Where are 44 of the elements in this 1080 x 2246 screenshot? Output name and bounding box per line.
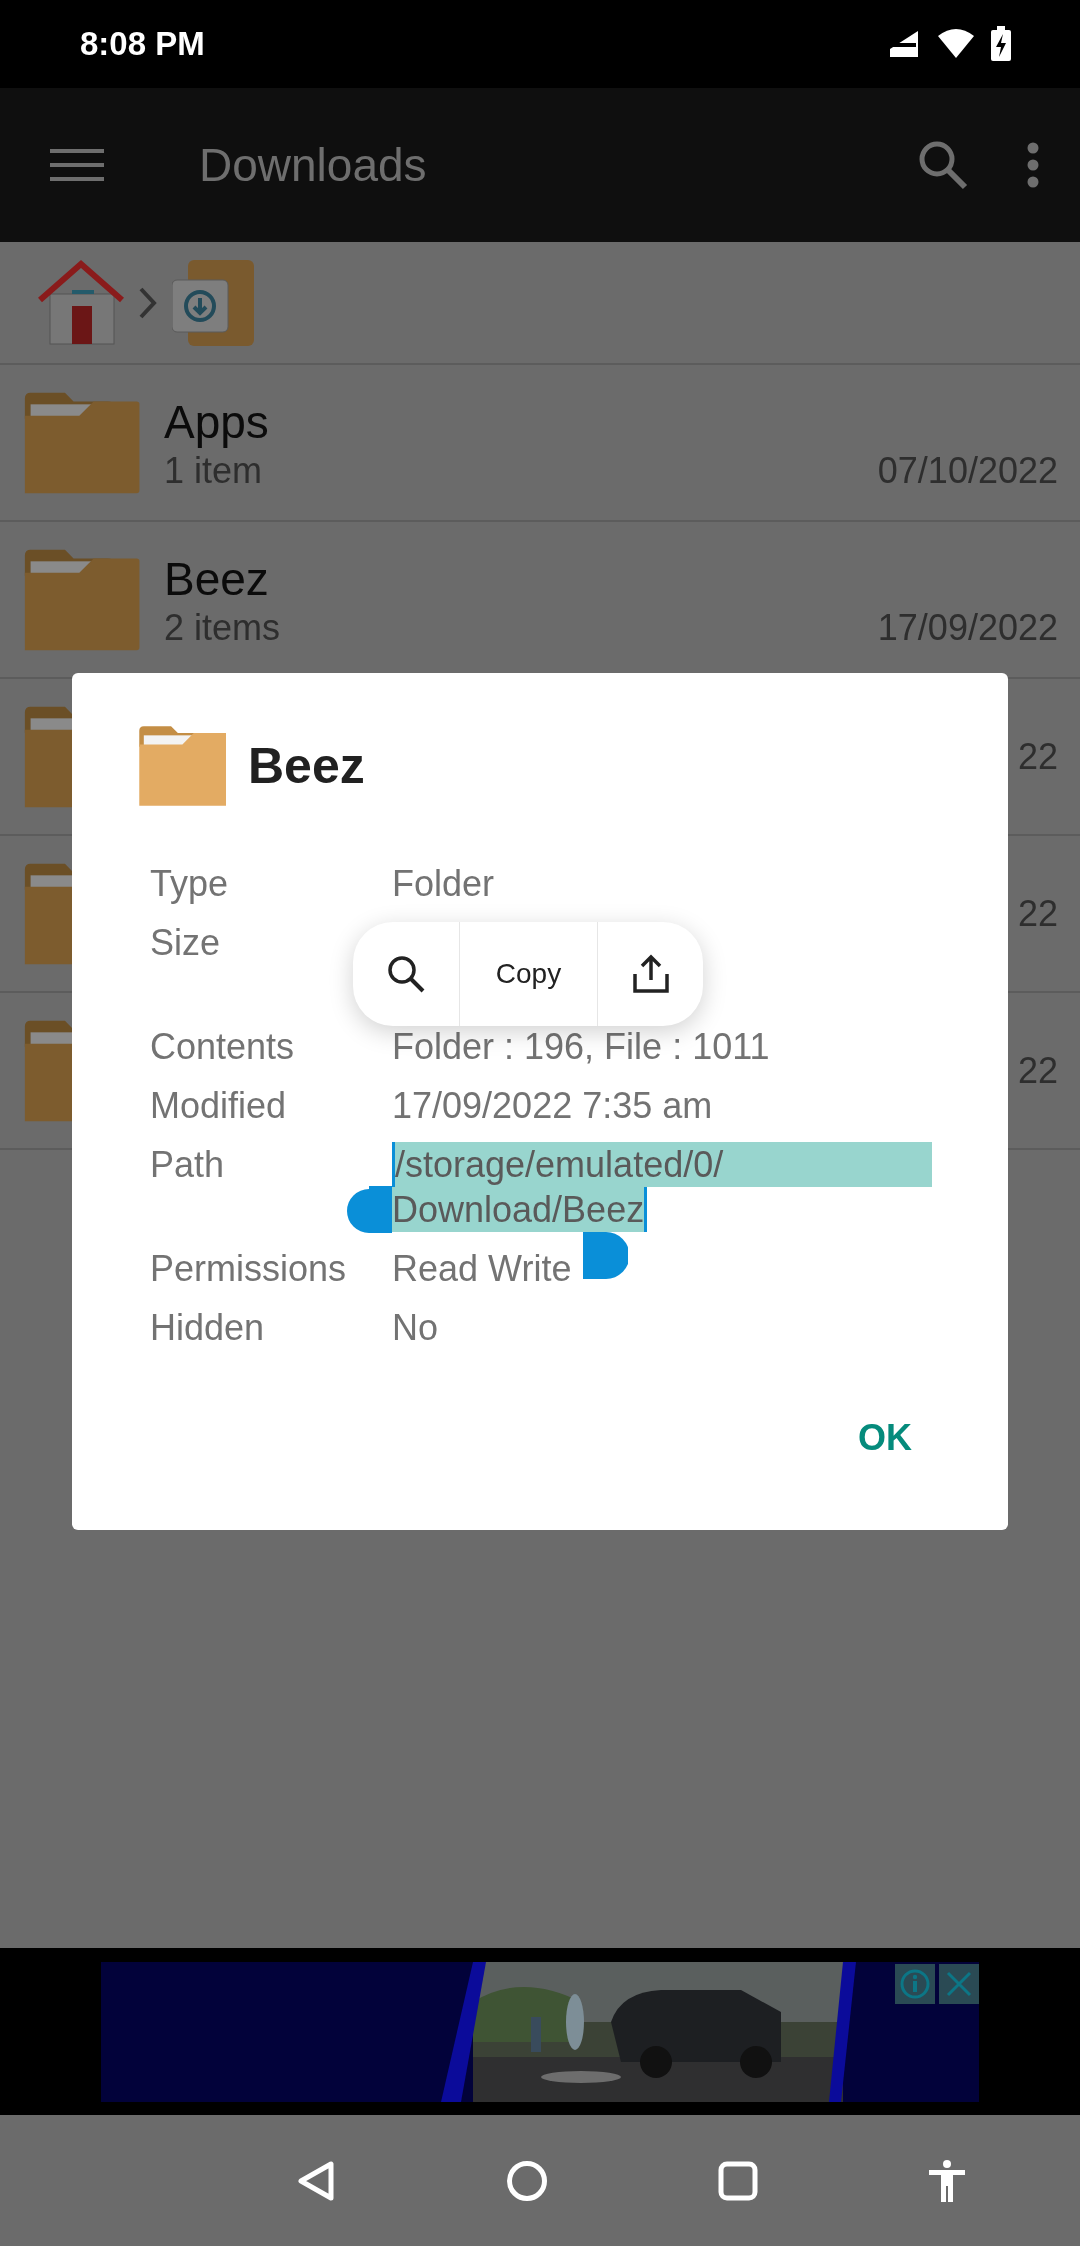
recents-icon[interactable] (718, 2160, 758, 2201)
app-title: Downloads (199, 138, 428, 192)
chevron-icon (138, 285, 158, 320)
property-value: Folder : 196, File : 1011 (392, 1025, 770, 1069)
property-value: 17/09/2022 7:35 am (392, 1084, 713, 1128)
selection-handle[interactable] (347, 1186, 392, 1233)
ok-button[interactable]: OK (818, 1397, 952, 1479)
home-icon[interactable] (506, 2159, 548, 2202)
home-icon[interactable] (38, 259, 124, 346)
file-date: 22 (1017, 892, 1058, 935)
property-label: Contents (150, 1025, 296, 1069)
file-name: Apps (164, 394, 270, 450)
file-date: 22 (1017, 1049, 1058, 1092)
download-folder-icon[interactable] (172, 257, 256, 348)
file-name: Beez (164, 551, 270, 607)
accessibility-icon[interactable] (928, 2159, 966, 2202)
more-icon[interactable] (1026, 142, 1040, 188)
dialog-title: Beez (248, 737, 365, 795)
property-label: Permissions (150, 1247, 346, 1291)
property-label: Size (150, 921, 222, 965)
property-label: Hidden (150, 1306, 266, 1350)
info-icon[interactable] (895, 1963, 935, 2004)
property-label: Type (150, 862, 230, 906)
path-value[interactable]: /storage/emulated/0/ (392, 1142, 932, 1187)
copy-button[interactable]: Copy (459, 922, 597, 1026)
selection-handle[interactable] (583, 1232, 628, 1279)
file-details: 1 item (164, 449, 263, 492)
property-label: Path (150, 1143, 226, 1187)
property-value: No (392, 1306, 439, 1350)
file-date: 22 (1017, 735, 1058, 778)
back-icon[interactable] (296, 2159, 336, 2202)
battery-icon (990, 26, 1012, 62)
folder-icon (137, 724, 226, 808)
path-value[interactable]: Download/Beez (392, 1187, 648, 1232)
file-date: 07/10/2022 (877, 449, 1058, 492)
menu-icon[interactable] (50, 149, 104, 181)
status-time: 8:08 PM (80, 25, 205, 63)
property-value: Read Write (392, 1247, 572, 1291)
property-label: Modified (150, 1084, 288, 1128)
file-details: 2 items (164, 606, 281, 649)
property-value: Folder (392, 862, 495, 906)
wifi-icon (936, 28, 976, 60)
file-date: 17/09/2022 (877, 606, 1058, 649)
close-icon[interactable] (939, 1963, 979, 2004)
